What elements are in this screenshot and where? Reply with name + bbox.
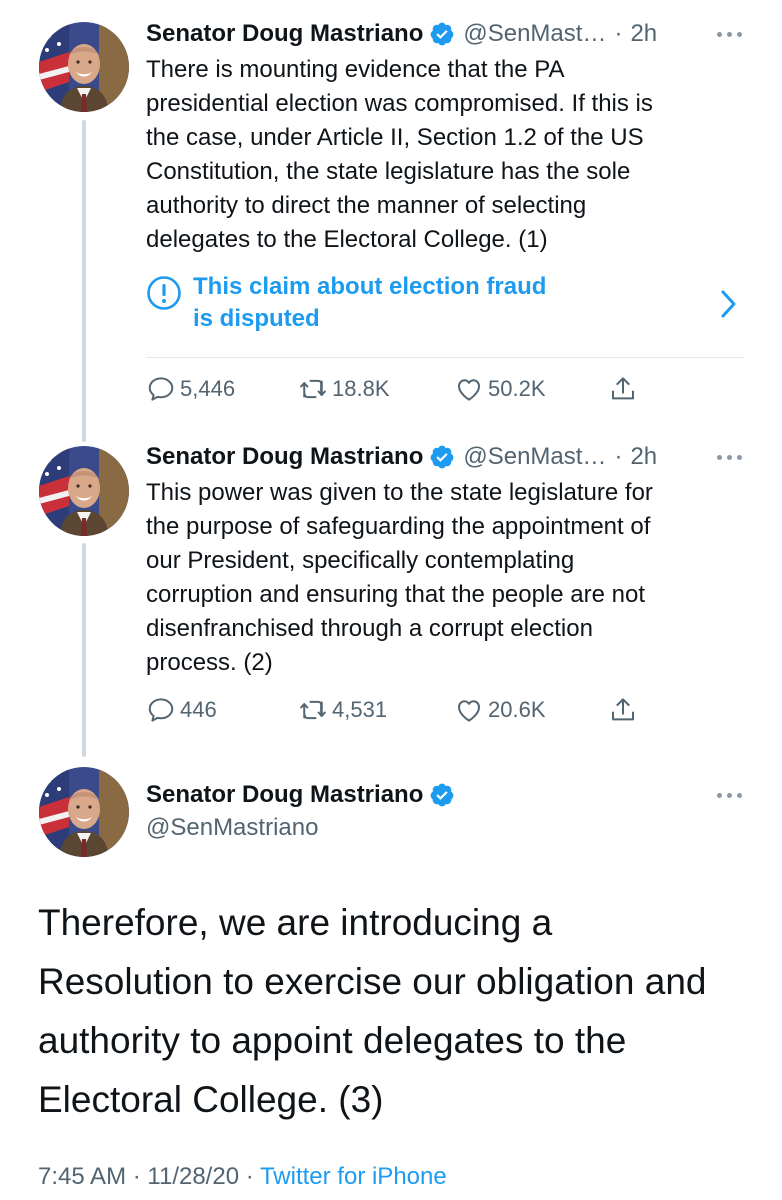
tweet-timestamp[interactable]: 7:45 AM	[38, 1163, 126, 1190]
tweet-header: Senator Doug Mastriano @SenMast… · 2h	[146, 441, 742, 473]
separator-dot: ·	[245, 1163, 254, 1190]
avatar[interactable]	[39, 446, 129, 536]
verified-badge-icon	[429, 782, 455, 808]
author-name[interactable]: Senator Doug Mastriano	[146, 20, 423, 48]
author-handle[interactable]: @SenMast…	[463, 443, 606, 471]
disputed-claim-notice[interactable]: This claim about election fraud is dispu…	[146, 271, 744, 341]
reply-button[interactable]: 5,446	[146, 371, 235, 407]
avatar[interactable]	[39, 767, 129, 857]
more-options-icon[interactable]	[702, 24, 742, 44]
tweet-text: This power was given to the state legisl…	[146, 479, 653, 676]
thread-line	[82, 543, 86, 757]
verified-badge-icon	[429, 444, 455, 470]
heart-icon	[454, 374, 484, 404]
retweet-count: 4,531	[332, 697, 388, 722]
like-button[interactable]: 20.6K	[454, 692, 546, 728]
thread-line	[82, 120, 86, 442]
info-circle-icon	[147, 276, 181, 310]
like-count: 50.2K	[488, 376, 546, 401]
more-options-icon[interactable]	[702, 785, 742, 805]
more-options-icon[interactable]	[702, 447, 742, 467]
divider	[146, 357, 744, 358]
tweet-actions: 446 4,531 20.6K	[146, 692, 666, 728]
avatar[interactable]	[39, 22, 129, 112]
notice-text: This claim about election fraud is dispu…	[193, 273, 547, 332]
reply-count: 5,446	[180, 376, 236, 401]
retweet-icon	[298, 374, 328, 404]
like-button[interactable]: 50.2K	[454, 371, 546, 407]
separator-dot: ·	[132, 1163, 141, 1190]
reply-icon	[146, 374, 176, 404]
reply-button[interactable]: 446	[146, 692, 217, 728]
chevron-right-icon	[721, 290, 736, 318]
tweet-time[interactable]: 2h	[630, 443, 657, 471]
tweet-source-link[interactable]: Twitter for iPhone	[260, 1163, 447, 1190]
main-tweet-header: Senator Doug Mastriano @SenMastriano	[146, 778, 742, 848]
tweet-text: There is mounting evidence that the PA p…	[146, 56, 653, 253]
reply-icon	[146, 695, 176, 725]
author-handle[interactable]: @SenMast…	[463, 20, 606, 48]
share-icon	[608, 374, 638, 404]
retweet-button[interactable]: 18.8K	[298, 371, 390, 407]
tweet-date[interactable]: 11/28/20	[147, 1163, 239, 1190]
retweet-count: 18.8K	[332, 376, 390, 401]
retweet-button[interactable]: 4,531	[298, 692, 387, 728]
main-tweet-text: Therefore, we are introducing a Resoluti…	[38, 902, 707, 1120]
separator-dot: ·	[614, 20, 623, 47]
author-name[interactable]: Senator Doug Mastriano	[146, 781, 423, 809]
verified-badge-icon	[429, 21, 455, 47]
retweet-icon	[298, 695, 328, 725]
share-button[interactable]	[608, 692, 638, 728]
separator-dot: ·	[614, 443, 623, 470]
share-button[interactable]	[608, 371, 638, 407]
tweet-actions: 5,446 18.8K 50.2K	[146, 371, 666, 407]
tweet-header: Senator Doug Mastriano @SenMast… · 2h	[146, 18, 742, 50]
tweet-time[interactable]: 2h	[630, 20, 657, 48]
heart-icon	[454, 695, 484, 725]
like-count: 20.6K	[488, 697, 546, 722]
reply-count: 446	[180, 697, 217, 722]
share-icon	[608, 695, 638, 725]
author-name[interactable]: Senator Doug Mastriano	[146, 443, 423, 471]
author-handle[interactable]: @SenMastriano	[146, 814, 742, 842]
tweet-meta: 7:45 AM · 11/28/20 · Twitter for iPhone	[38, 1163, 447, 1191]
